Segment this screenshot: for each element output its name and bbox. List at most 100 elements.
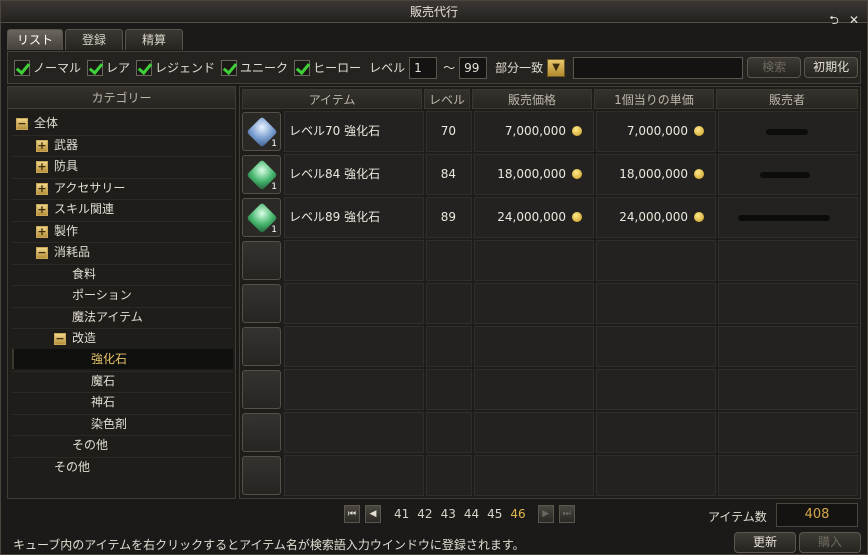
checkmark-icon	[14, 59, 30, 76]
tab-list[interactable]: リスト	[7, 29, 63, 50]
collapse-icon[interactable]: −	[54, 332, 66, 345]
next-page-icon[interactable]: ▶	[537, 505, 554, 523]
table-row[interactable]	[242, 240, 858, 281]
item-price: 18,000,000	[497, 167, 566, 181]
search-input[interactable]	[573, 56, 744, 79]
expand-icon[interactable]: +	[36, 182, 48, 195]
tab-settlement[interactable]: 精算	[125, 29, 183, 50]
table-row[interactable]: 1 レベル70 強化石 70 7,000,000 7,000,000	[242, 111, 858, 152]
grade-legend-checkbox[interactable]: レジェンド	[136, 59, 215, 76]
page-43[interactable]: 43	[441, 507, 456, 521]
expand-icon[interactable]: +	[36, 160, 48, 173]
grade-unique-checkbox[interactable]: ユニーク	[221, 59, 288, 76]
table-row[interactable]	[242, 369, 858, 410]
grade-hero-checkbox[interactable]: ヒーロー	[294, 59, 361, 76]
tab-register[interactable]: 登録	[65, 29, 123, 50]
reset-button[interactable]: 初期化	[804, 57, 859, 78]
item-slot[interactable]: 1	[242, 155, 281, 194]
filter-bar: ノーマル レア レジェンド ユニーク ヒーロー レベル 1 ～ 99 部分一致 …	[7, 51, 861, 84]
empty-item-slot	[242, 284, 281, 323]
category-item-all[interactable]: − 全体	[16, 113, 58, 134]
item-quantity: 1	[271, 225, 277, 235]
page-46-current[interactable]: 46	[510, 507, 525, 521]
window-titlebar[interactable]: 販売代行	[1, 1, 867, 23]
table-row[interactable]	[242, 412, 858, 453]
col-header-price[interactable]: 販売価格	[472, 89, 592, 109]
page-41[interactable]: 41	[394, 507, 409, 521]
tab-bar: リスト 登録 精算	[7, 29, 183, 50]
category-item-dye[interactable]: 染色剤	[91, 414, 127, 435]
item-level: 89	[440, 210, 456, 224]
table-row[interactable]	[242, 283, 858, 324]
match-mode-select[interactable]: 部分一致	[495, 59, 543, 76]
gold-coin-icon	[572, 212, 582, 222]
category-item-armor[interactable]: + 防具	[36, 156, 78, 177]
category-item-skill[interactable]: + スキル関連	[36, 199, 114, 220]
category-header: カテゴリー	[8, 87, 235, 109]
category-item-potion[interactable]: ポーション	[72, 285, 132, 306]
col-header-item[interactable]: アイテム	[242, 89, 422, 109]
gold-coin-icon	[694, 169, 704, 179]
item-unit-price: 18,000,000	[619, 167, 688, 181]
empty-item-slot	[242, 370, 281, 409]
category-item-enhance-stone[interactable]: 強化石	[91, 349, 127, 370]
category-item-consumable[interactable]: − 消耗品	[36, 242, 90, 263]
first-page-icon[interactable]: ⏮	[344, 505, 360, 523]
col-header-unit-price[interactable]: 1個当りの単価	[594, 89, 714, 109]
last-page-icon[interactable]: ⏭	[558, 505, 575, 523]
page-42[interactable]: 42	[417, 507, 432, 521]
item-level: 70	[440, 124, 456, 138]
prev-page-icon[interactable]: ◀	[365, 505, 381, 523]
table-row[interactable]: 1 レベル84 強化石 84 18,000,000 18,000,000	[242, 154, 858, 195]
broker-window: 販売代行 ⮌ ✕ リスト 登録 精算 ノーマル レア レジェンド ユニーク ヒー…	[0, 0, 868, 555]
empty-item-slot	[242, 327, 281, 366]
gold-coin-icon	[572, 126, 582, 136]
expand-icon[interactable]: +	[36, 139, 48, 152]
grade-rare-checkbox[interactable]: レア	[87, 59, 130, 76]
category-item-craft[interactable]: + 製作	[36, 221, 78, 242]
level-max-input[interactable]: 99	[459, 56, 488, 79]
chevron-down-icon[interactable]: ▼	[547, 58, 566, 77]
level-min-input[interactable]: 1	[409, 56, 438, 79]
page-45[interactable]: 45	[487, 507, 502, 521]
category-item-weapon[interactable]: + 武器	[36, 135, 78, 156]
item-slot[interactable]: 1	[242, 112, 281, 151]
collapse-icon[interactable]: −	[16, 117, 28, 130]
table-row[interactable]	[242, 455, 858, 496]
table-row[interactable]	[242, 326, 858, 367]
status-message: キューブ内のアイテムを右クリックするとアイテム名が検索語入力ウインドウに登録され…	[13, 538, 525, 552]
restore-icon[interactable]: ⮌	[827, 13, 841, 27]
search-button[interactable]: 検索	[747, 57, 802, 78]
refresh-button[interactable]: 更新	[734, 532, 796, 553]
item-name: レベル84 強化石	[289, 167, 381, 181]
collapse-icon[interactable]: −	[36, 246, 48, 259]
col-header-level[interactable]: レベル	[424, 89, 470, 109]
category-item-magic-item[interactable]: 魔法アイテム	[72, 307, 143, 328]
pager: ⏮ ◀ 41 42 43 44 45 46 ▶ ⏭	[344, 505, 580, 523]
empty-item-slot	[242, 456, 281, 495]
grid-header: アイテム レベル 販売価格 1個当りの単価 販売者	[240, 87, 860, 109]
expand-icon[interactable]: +	[36, 203, 48, 216]
category-item-accessory[interactable]: + アクセサリー	[36, 178, 125, 199]
page-44[interactable]: 44	[464, 507, 479, 521]
category-panel: カテゴリー − 全体 + 武器 + 防具 + アクセサリー + スキル関連 + 製作 − 消耗…	[7, 86, 236, 499]
category-item-modify[interactable]: − 改造	[54, 328, 96, 349]
buy-button[interactable]: 購入	[799, 532, 861, 553]
category-item-god-stone[interactable]: 神石	[91, 392, 115, 413]
col-header-seller[interactable]: 販売者	[716, 89, 858, 109]
close-icon[interactable]: ✕	[847, 13, 861, 27]
item-name: レベル89 強化石	[289, 210, 381, 224]
checkmark-icon	[221, 59, 238, 76]
table-row[interactable]: 1 レベル89 強化石 89 24,000,000 24,000,000	[242, 197, 858, 238]
category-item-food[interactable]: 食料	[72, 264, 96, 285]
item-count-label: アイテム数	[708, 510, 767, 524]
category-item-other[interactable]: その他	[54, 457, 90, 478]
category-item-consumable-other[interactable]: その他	[72, 435, 108, 456]
gold-coin-icon	[694, 212, 704, 222]
item-slot[interactable]: 1	[242, 198, 281, 237]
grade-normal-checkbox[interactable]: ノーマル	[14, 59, 81, 76]
item-unit-price: 24,000,000	[619, 210, 688, 224]
category-item-magic-stone[interactable]: 魔石	[91, 371, 115, 392]
gold-coin-icon	[572, 169, 582, 179]
expand-icon[interactable]: +	[36, 225, 48, 238]
